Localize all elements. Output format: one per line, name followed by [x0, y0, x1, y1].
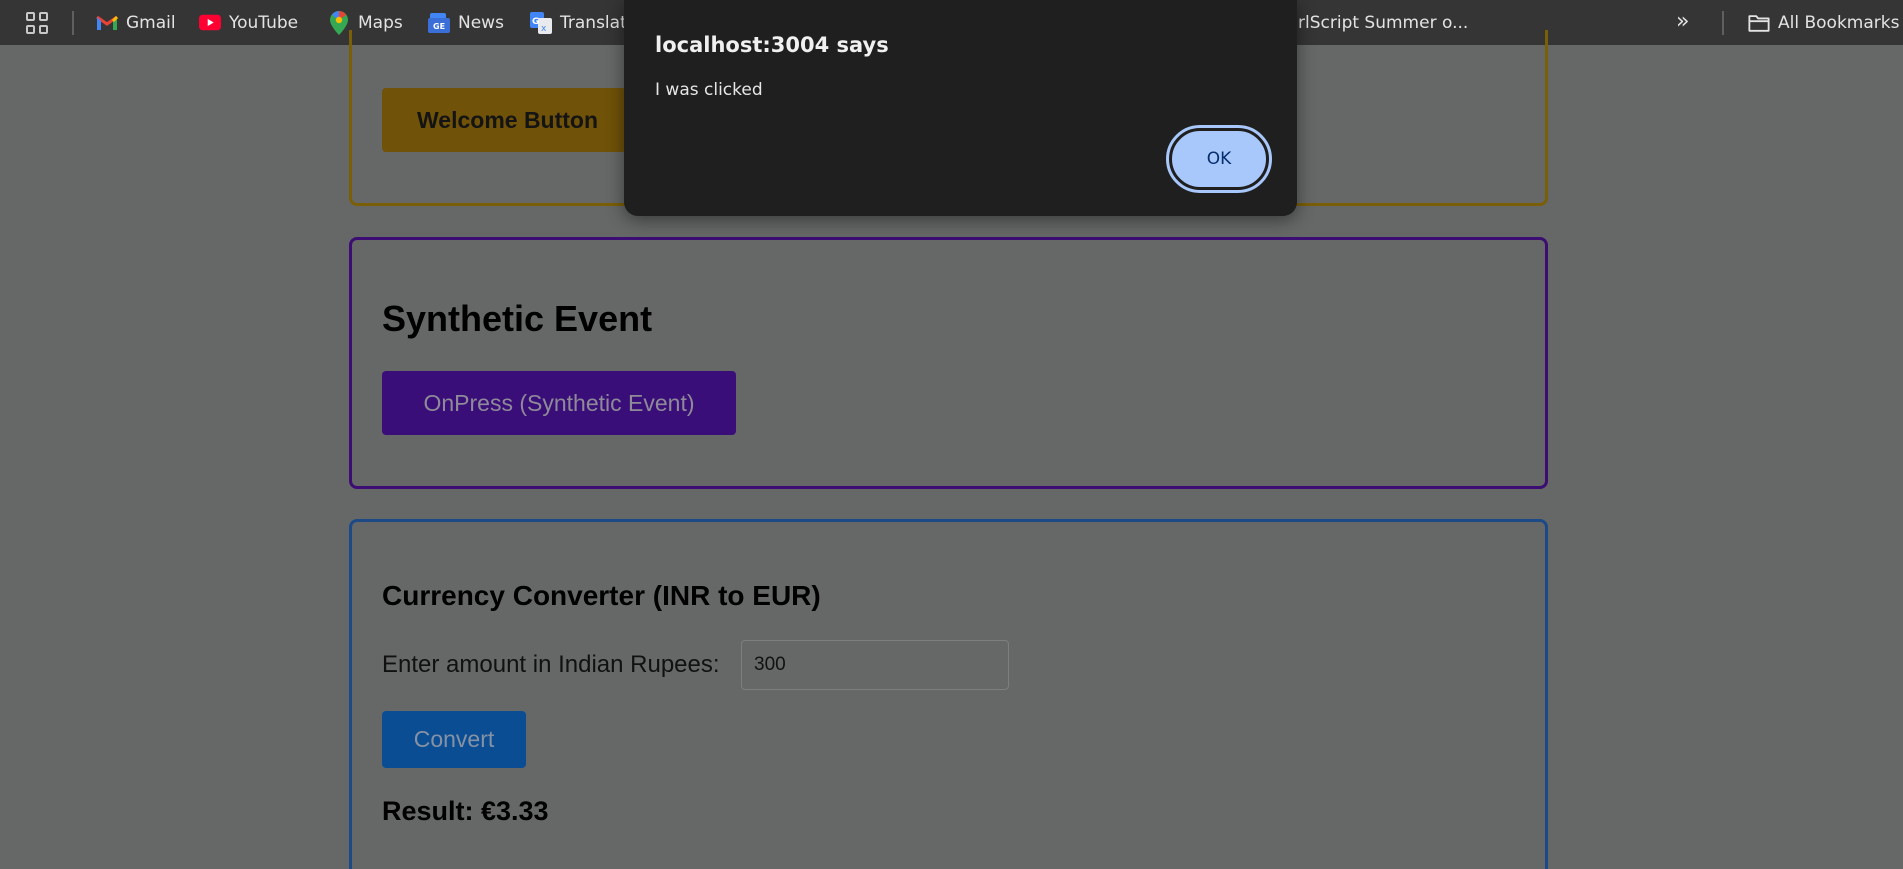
apps-grid-icon[interactable]: [26, 12, 48, 34]
folder-icon: [1748, 12, 1770, 34]
synthetic-event-card: [349, 237, 1548, 489]
dialog-title: localhost:3004 says: [655, 33, 889, 57]
chevron-double-right-icon[interactable]: »: [1676, 9, 1689, 34]
amount-input[interactable]: [741, 640, 1009, 690]
all-bookmarks-button[interactable]: All Bookmarks: [1748, 0, 1899, 45]
bookmark-label: Gmail: [126, 12, 176, 33]
convert-button[interactable]: Convert: [382, 711, 526, 768]
welcome-button[interactable]: Welcome Button: [382, 88, 626, 152]
bookmark-label: YouTube: [229, 12, 299, 33]
alert-dialog: localhost:3004 says I was clicked OK: [624, 0, 1297, 216]
bookmarks-separator: [1722, 11, 1724, 35]
maps-icon: [328, 10, 350, 35]
onpress-synthetic-button[interactable]: OnPress (Synthetic Event): [382, 371, 736, 435]
all-bookmarks-label: All Bookmarks: [1778, 12, 1900, 33]
svg-text:G: G: [532, 17, 539, 27]
youtube-icon: [199, 12, 221, 34]
result-text: Result: €3.33: [382, 796, 549, 826]
currency-converter-heading: Currency Converter (INR to EUR): [382, 580, 821, 611]
ok-button[interactable]: OK: [1166, 125, 1272, 193]
synthetic-event-heading: Synthetic Event: [382, 298, 653, 339]
amount-label: Enter amount in Indian Rupees:: [382, 651, 720, 678]
gmail-icon: [96, 12, 118, 34]
dialog-message: I was clicked: [655, 80, 763, 100]
bookmarks-separator: [72, 11, 74, 35]
bookmark-youtube[interactable]: YouTube: [199, 0, 298, 45]
bookmark-gmail[interactable]: Gmail: [96, 0, 176, 45]
